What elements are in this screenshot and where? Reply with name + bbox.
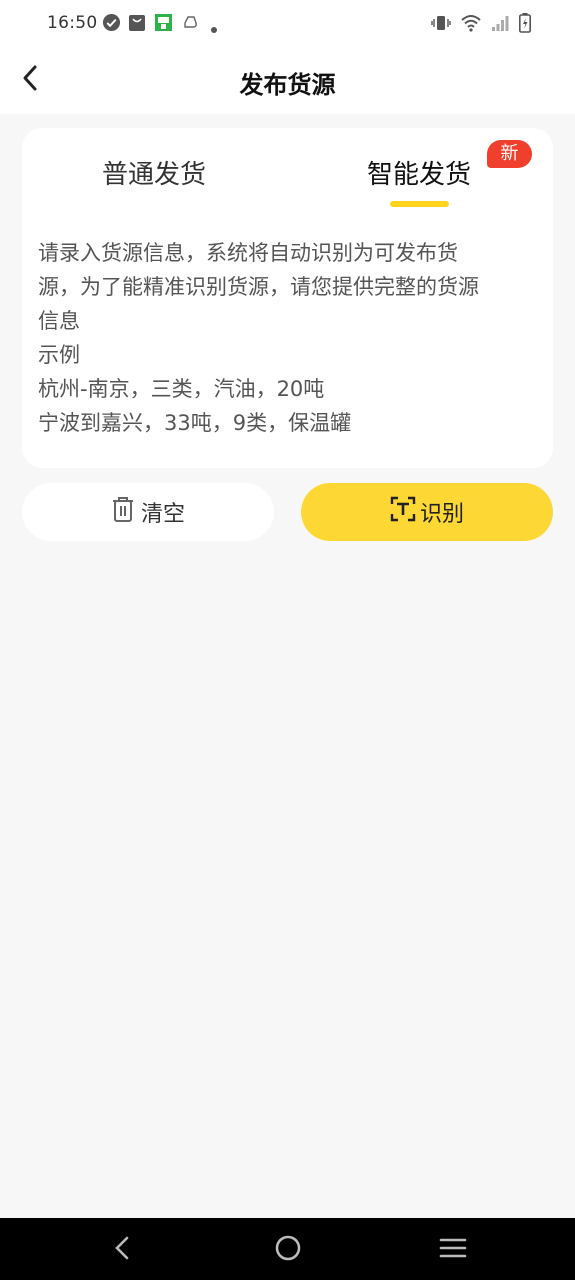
page-title: 发布货源 <box>239 71 336 99</box>
nav-home-button[interactable] <box>272 1234 304 1266</box>
battery-icon <box>519 13 531 37</box>
status-icons <box>431 13 531 37</box>
cloud-icon <box>181 13 199 35</box>
dot-icon <box>210 19 218 38</box>
tab-normal-shipping[interactable]: 普通发货 <box>102 154 206 191</box>
trash-icon <box>111 495 135 529</box>
example-heading: 示例 <box>38 343 80 367</box>
app-store-icon <box>154 13 173 36</box>
status-time: 16:50 <box>47 13 98 33</box>
tab-smart-shipping[interactable]: 智能发货 <box>367 154 471 191</box>
menu-lines-icon <box>439 1236 467 1264</box>
system-nav-bar <box>0 1218 575 1280</box>
header: 发布货源 <box>0 48 575 114</box>
cargo-info-input[interactable]: 请录入货源信息，系统将自动识别为可发布货 源，为了能精准识别货源，请您提供完整的… <box>38 236 543 440</box>
new-badge: 新 <box>487 140 532 168</box>
active-tab-indicator <box>390 201 449 207</box>
scan-text-icon <box>390 496 416 528</box>
page: 16:50 发布货源 普通发货 智能发货 新 请录入货源信息，系统将自动识别为可… <box>0 0 575 1280</box>
instruction-line: 源，为了能精准识别货源，请您提供完整的货源 <box>38 275 479 299</box>
status-bar: 16:50 <box>0 0 575 48</box>
home-circle-icon <box>274 1234 302 1266</box>
clear-button-label: 清空 <box>140 502 185 527</box>
instruction-line: 请录入货源信息，系统将自动识别为可发布货 <box>38 241 458 265</box>
vibrate-icon <box>431 14 451 36</box>
nav-back-button[interactable] <box>106 1234 138 1266</box>
nav-menu-button[interactable] <box>437 1234 469 1266</box>
example-line: 杭州-南京，三类，汽油，20吨 <box>38 377 325 401</box>
wifi-icon <box>461 14 481 36</box>
recognize-button-label: 识别 <box>419 502 464 527</box>
recognize-button[interactable]: 识别 <box>301 483 553 541</box>
instruction-line: 信息 <box>38 309 80 333</box>
input-card: 普通发货 智能发货 新 请录入货源信息，系统将自动识别为可发布货 源，为了能精准… <box>22 128 553 468</box>
example-line: 宁波到嘉兴，33吨，9类，保温罐 <box>38 411 352 435</box>
clear-button[interactable]: 清空 <box>22 483 274 541</box>
signal-icon <box>491 14 509 36</box>
bag-icon <box>128 13 146 36</box>
check-circle-icon <box>102 13 121 36</box>
back-triangle-icon <box>112 1235 132 1265</box>
